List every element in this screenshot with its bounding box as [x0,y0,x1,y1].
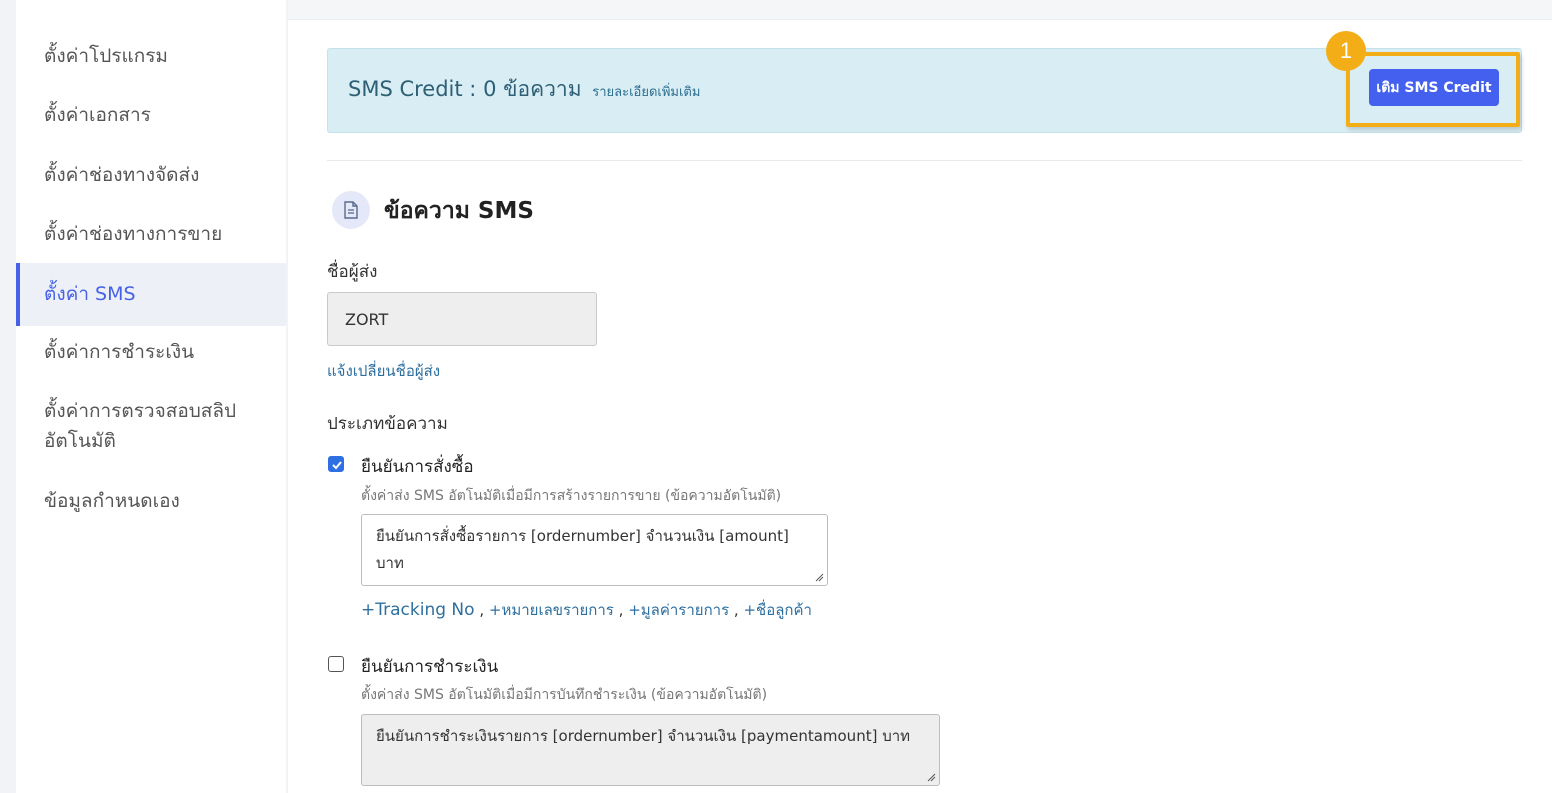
check-icon [332,461,342,470]
sms-credit-count: 0 ข้อความ [483,77,582,101]
payment-confirm-description: ตั้งค่าส่ง SMS อัตโนมัติเมื่อมีการบันทึก… [361,687,768,703]
sender-name-field[interactable] [327,292,597,346]
tag-separator: , [733,601,739,619]
sms-credit-label: SMS Credit [348,77,463,101]
sidebar-item-sales-channel-settings[interactable]: ตั้งค่าช่องทางการขาย [16,219,286,249]
tag-separator: , [618,601,624,619]
sidebar-item-program-settings[interactable]: ตั้งค่าโปรแกรม [16,41,286,71]
order-confirm-checkbox[interactable] [328,456,344,472]
topup-sms-credit-button[interactable]: เติม SMS Credit [1369,69,1499,106]
order-confirm-title: ยืนยันการสั่งซื้อ [361,457,474,477]
tag-order-value[interactable]: +มูลค่ารายการ [628,601,729,619]
payment-confirm-title: ยืนยันการชำระเงิน [361,657,499,677]
sidebar-item-payment-settings[interactable]: ตั้งค่าการชำระเงิน [16,337,286,367]
divider [327,160,1522,161]
payment-confirm-checkbox[interactable] [328,656,344,672]
order-confirm-message[interactable]: ยืนยันการสั่งซื้อรายการ [ordernumber] จำ… [361,514,828,586]
section-title: ข้อความ SMS [384,198,534,224]
sidebar-item-shipping-settings[interactable]: ตั้งค่าช่องทางจัดส่ง [16,160,286,190]
sender-label: ชื่อผู้ส่ง [327,262,378,282]
change-sender-link[interactable]: แจ้งเปลี่ยนชื่อผู้ส่ง [327,359,440,383]
sidebar: ตั้งค่าโปรแกรม ตั้งค่าเอกสาร ตั้งค่าช่อง… [16,0,286,793]
credit-details-link[interactable]: รายละเอียดเพิ่มเติม [592,85,700,100]
order-confirm-description: ตั้งค่าส่ง SMS อัตโนมัติเมื่อมีการสร้างร… [361,488,782,504]
tag-separator: , [479,601,485,619]
sidebar-item-custom-data[interactable]: ข้อมูลกำหนดเอง [16,486,286,516]
tag-links: +Tracking No , +หมายเลขรายการ , +มูลค่าร… [361,598,812,622]
message-type-label: ประเภทข้อความ [327,414,448,434]
tag-order-number[interactable]: +หมายเลขรายการ [489,601,614,619]
top-strip [288,0,1552,20]
payment-confirm-message: ยืนยันการชำระเงินรายการ [ordernumber] จำ… [361,714,940,786]
resize-grip-icon[interactable] [814,572,824,582]
sms-credit-separator: : [469,77,477,101]
sidebar-item-document-settings[interactable]: ตั้งค่าเอกสาร [16,100,286,130]
section-icon [332,191,370,229]
document-icon [344,201,358,219]
tag-tracking-no[interactable]: +Tracking No [361,600,475,620]
sidebar-item-label-line2: อัตโนมัติ [44,430,116,452]
step-badge: 1 [1326,31,1366,71]
sidebar-item-slip-verification[interactable]: ตั้งค่าการตรวจสอบสลิป อัตโนมัติ [16,396,286,456]
sidebar-item-sms-settings[interactable]: ตั้งค่า SMS [16,263,286,326]
sms-credit-text: SMS Credit : 0 ข้อความ รายละเอียดเพิ่มเต… [348,73,700,106]
sidebar-item-label: ตั้งค่าการตรวจสอบสลิป [44,400,237,422]
tag-customer-name[interactable]: +ชื่อลูกค้า [743,601,812,619]
resize-grip-icon [927,773,936,782]
